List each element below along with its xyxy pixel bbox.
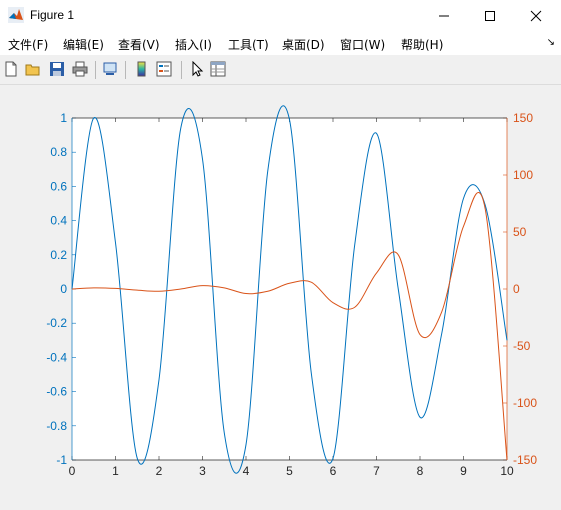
toolbar-separator bbox=[95, 61, 96, 79]
x-tick-label: 9 bbox=[460, 464, 467, 478]
menu-window[interactable]: 窗口(W) bbox=[340, 36, 385, 53]
x-tick-label: 4 bbox=[243, 464, 250, 478]
property-inspector-icon[interactable] bbox=[209, 60, 227, 78]
y-right-tick-label: 0 bbox=[513, 282, 520, 296]
figure-canvas: 0 1 2 3 4 5 6 7 8 9 10 1 0.8 0.6 0.4 0.2 0 -0.2 -0.4 -0.6 -0… bbox=[0, 85, 561, 506]
minimize-button[interactable] bbox=[421, 0, 467, 31]
y-left-tick-label: -0.2 bbox=[46, 316, 67, 330]
y-left-tick-label: -1 bbox=[56, 453, 67, 467]
link-plot-icon[interactable] bbox=[101, 60, 119, 78]
matlab-icon bbox=[8, 7, 24, 23]
menu-bar: 文件(F) 编辑(E) 查看(V) 插入(I) 工具(T) 桌面(D) 窗口(W… bbox=[0, 31, 561, 55]
save-icon[interactable] bbox=[48, 60, 66, 78]
menu-edit[interactable]: 编辑(E) bbox=[63, 36, 104, 53]
close-button[interactable] bbox=[513, 0, 559, 31]
pointer-icon[interactable] bbox=[188, 60, 206, 78]
x-tick-label: 1 bbox=[112, 464, 119, 478]
x-tick-label: 5 bbox=[286, 464, 293, 478]
x-tick-label: 6 bbox=[330, 464, 337, 478]
y-right-tick-label: -150 bbox=[513, 453, 537, 467]
x-tick-label: 3 bbox=[199, 464, 206, 478]
title-bar: Figure 1 bbox=[0, 0, 561, 31]
menu-desktop[interactable]: 桌面(D) bbox=[282, 36, 325, 53]
y-left-tick-label: 0.4 bbox=[50, 214, 67, 228]
menu-help[interactable]: 帮助(H) bbox=[401, 36, 443, 53]
y-right-tick-label: 150 bbox=[513, 111, 533, 125]
y-left-tick-label: 0.8 bbox=[50, 145, 67, 159]
insert-colorbar-icon[interactable] bbox=[133, 60, 151, 78]
y-left-tick-label: 0 bbox=[60, 282, 67, 296]
new-figure-icon[interactable] bbox=[2, 60, 20, 78]
insert-legend-icon[interactable] bbox=[155, 60, 173, 78]
x-tick-label: 2 bbox=[156, 464, 163, 478]
window-title: Figure 1 bbox=[30, 8, 75, 22]
menu-file[interactable]: 文件(F) bbox=[8, 36, 48, 53]
menu-view[interactable]: 查看(V) bbox=[118, 36, 160, 53]
plot-area bbox=[72, 118, 507, 460]
menu-tools[interactable]: 工具(T) bbox=[228, 36, 269, 53]
print-icon[interactable] bbox=[71, 60, 89, 78]
x-tick-label: 7 bbox=[373, 464, 380, 478]
y-left-tick-label: 1 bbox=[60, 111, 67, 125]
dual-axis-line-chart[interactable]: 0 1 2 3 4 5 6 7 8 9 10 1 0.8 0.6 0.4 0.2 0 -0.2 -0.4 -0.6 -0… bbox=[0, 85, 561, 506]
open-file-icon[interactable] bbox=[24, 60, 42, 78]
y-left-tick-label: 0.6 bbox=[50, 179, 67, 193]
menu-overflow-icon[interactable]: ↘ bbox=[547, 37, 555, 48]
x-tick-label: 8 bbox=[417, 464, 424, 478]
y-left-tick-label: -0.4 bbox=[46, 350, 67, 364]
y-right-tick-label: -100 bbox=[513, 396, 537, 410]
x-tick-label: 10 bbox=[500, 464, 514, 478]
toolbar-separator bbox=[125, 61, 126, 79]
menu-insert[interactable]: 插入(I) bbox=[175, 36, 212, 53]
y-left-tick-label: -0.8 bbox=[46, 419, 67, 433]
maximize-button[interactable] bbox=[467, 0, 513, 31]
y-left-tick-label: 0.2 bbox=[50, 248, 67, 262]
y-right-tick-label: 50 bbox=[513, 225, 527, 239]
y-right-tick-label: -50 bbox=[513, 339, 531, 353]
toolbar bbox=[0, 56, 561, 85]
y-left-tick-label: -0.6 bbox=[46, 385, 67, 399]
y-right-tick-label: 100 bbox=[513, 168, 533, 182]
toolbar-separator bbox=[181, 61, 182, 79]
x-tick-label: 0 bbox=[69, 464, 76, 478]
